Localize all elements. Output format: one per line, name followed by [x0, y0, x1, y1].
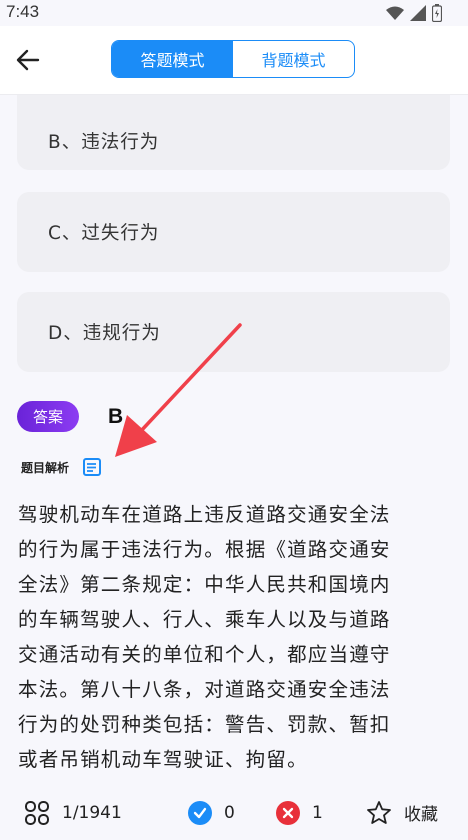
- status-icons: [386, 4, 442, 22]
- question-content: B、违法行为 C、过失行为 D、违规行为 答案 B 题目解析 驾驶机动车在道路上…: [0, 95, 468, 785]
- wrong-count-button[interactable]: 1: [276, 785, 323, 840]
- favorite-label: 收藏: [404, 805, 438, 825]
- option-b[interactable]: B、违法行为: [17, 95, 450, 170]
- status-bar: 7:43: [0, 0, 468, 26]
- answer-value: B: [108, 405, 124, 428]
- cross-icon: [276, 800, 300, 825]
- bottom-bar: 1/1941 0 1 收藏: [0, 785, 468, 840]
- status-time: 7:43: [6, 2, 40, 21]
- battery-icon: [432, 4, 442, 22]
- analysis-line: 行为的处罚种类包括：警告、罚款、暂扣: [18, 713, 391, 736]
- header: 答题模式 背题模式: [0, 26, 468, 95]
- analysis-line: 驾驶机动车在道路上违反道路交通安全法: [18, 503, 391, 526]
- tab-answer-mode[interactable]: 答题模式: [112, 41, 233, 77]
- check-icon: [188, 800, 212, 825]
- analysis-line: 交通活动有关的单位和个人，都应当遵守: [18, 643, 391, 666]
- analysis-line: 的行为属于违法行为。根据《道路交通安: [18, 538, 391, 561]
- signal-icon: [410, 5, 426, 21]
- correct-count: 0: [224, 802, 235, 823]
- analysis-text: 驾驶机动车在道路上违反道路交通安全法 的行为属于违法行为。根据《道路交通安 全法…: [18, 497, 446, 777]
- back-button[interactable]: [14, 46, 42, 74]
- option-c[interactable]: C、过失行为: [17, 192, 450, 272]
- correct-count-button[interactable]: 0: [188, 785, 235, 840]
- analysis-line: 或者吊销机动车驾驶证、拘留。: [18, 748, 308, 771]
- wifi-icon: [386, 6, 404, 20]
- progress-count: 1/1941: [62, 802, 122, 823]
- document-icon: [83, 458, 101, 476]
- option-d[interactable]: D、违规行为: [17, 292, 450, 372]
- mode-toggle: 答题模式 背题模式: [111, 40, 355, 78]
- analysis-line: 的车辆驾驶人、行人、乘车人以及与道路: [18, 608, 391, 631]
- arrow-left-icon: [16, 49, 40, 71]
- grid-icon: [25, 800, 49, 825]
- analysis-title: 题目解析: [21, 461, 70, 475]
- progress-button[interactable]: 1/1941: [24, 785, 122, 840]
- star-icon: [367, 800, 391, 824]
- analysis-line: 全法》第二条规定：中华人民共和国境内: [18, 573, 391, 596]
- wrong-count: 1: [312, 802, 323, 823]
- favorite-button[interactable]: 收藏: [366, 785, 438, 840]
- analysis-line: 本法。第八十八条，对道路交通安全违法: [18, 678, 391, 701]
- answer-badge: 答案: [17, 401, 79, 432]
- tab-recite-mode[interactable]: 背题模式: [233, 41, 354, 77]
